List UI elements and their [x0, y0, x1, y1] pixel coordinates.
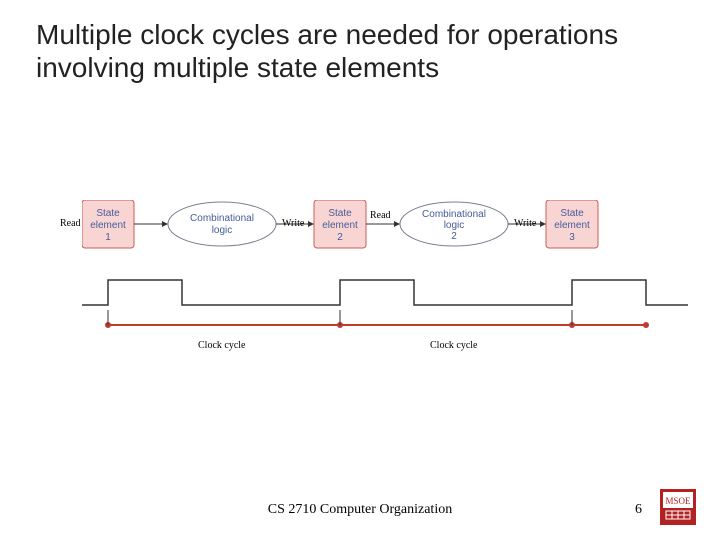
state-element-1-label-l1: State: [96, 208, 120, 219]
clock-waveform: [82, 280, 688, 305]
state-element-3-label-l3: 3: [569, 232, 575, 243]
state-element-1-label-l2: element: [90, 220, 126, 231]
footer-course: CS 2710 Computer Organization: [0, 502, 720, 518]
tick-end: [643, 322, 649, 328]
pipeline-diagram: State element 1 Combinational logic Stat…: [82, 200, 688, 360]
comb2-label-l3: 2: [451, 231, 457, 242]
page-number: 6: [635, 502, 642, 518]
arrow-c2-s3-head: [540, 221, 546, 227]
combinational-logic-1: [168, 202, 276, 246]
arrow-c1-s2-head: [308, 221, 314, 227]
comb2-label-l1: Combinational: [422, 209, 486, 220]
footer-course-text: CS 2710 Computer Organization: [268, 502, 452, 517]
state-element-1-label-l3: 1: [105, 232, 111, 243]
slide-title: Multiple clock cycles are needed for ope…: [36, 18, 656, 84]
read-label-1: Read: [60, 218, 81, 229]
write-label-1: Write: [282, 218, 304, 229]
state-element-3-label-l2: element: [554, 220, 590, 231]
comb1-label-l2: logic: [212, 225, 233, 236]
slide-title-text: Multiple clock cycles are needed for ope…: [36, 19, 618, 83]
clock-cycle-label-2: Clock cycle: [430, 340, 477, 351]
msoe-logo: MSOE: [660, 489, 696, 525]
msoe-logo-text: MSOE: [665, 496, 691, 506]
state-element-2-label-l2: element: [322, 220, 358, 231]
state-element-2-label-l3: 2: [337, 232, 343, 243]
clock-cycle-label-1: Clock cycle: [198, 340, 245, 351]
state-element-2-label-l1: State: [328, 208, 352, 219]
arrow-s1-c1-head: [162, 221, 168, 227]
write-label-2: Write: [514, 218, 536, 229]
read-label-2: Read: [370, 210, 391, 221]
arrow-s2-c2-head: [394, 221, 400, 227]
comb2-label-l2: logic: [444, 220, 465, 231]
comb1-label-l1: Combinational: [190, 213, 254, 224]
state-element-3-label-l1: State: [560, 208, 584, 219]
